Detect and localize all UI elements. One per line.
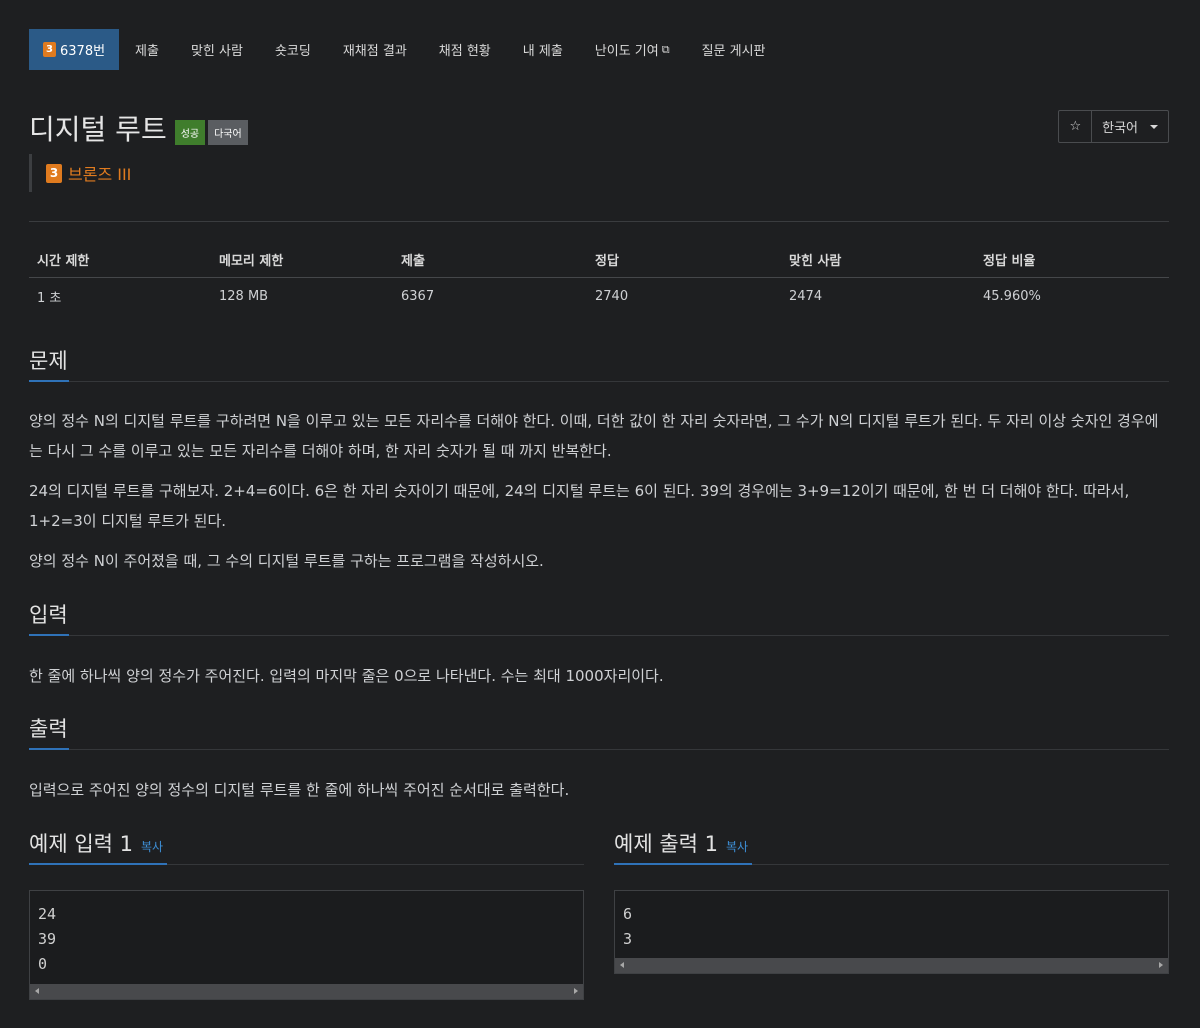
scroll-right-icon[interactable] [1159, 962, 1163, 968]
output-description: 입력으로 주어진 양의 정수의 디지털 루트를 한 줄에 하나씩 주어진 순서대… [29, 781, 570, 799]
ratio-value: 45.960% [983, 288, 1041, 304]
header-accepted: 정답 [587, 241, 781, 278]
sample-output-box[interactable]: 6 3 [614, 890, 1169, 974]
scroll-right-icon[interactable] [574, 988, 578, 994]
divider [29, 221, 1169, 222]
section-underline [29, 863, 167, 865]
horizontal-scrollbar[interactable] [615, 958, 1168, 973]
tab-rejudge[interactable]: 재채점 결과 [327, 29, 423, 70]
solvers-value: 2474 [789, 288, 823, 304]
table-header-row: 시간 제한 메모리 제한 제출 정답 맞힌 사람 정답 비율 [29, 241, 1169, 278]
tab-submit[interactable]: 제출 [119, 29, 175, 70]
header-memory-limit: 메모리 제한 [211, 241, 393, 278]
tab-short-coding[interactable]: 숏코딩 [259, 29, 327, 70]
output-heading: 출력 [29, 717, 68, 741]
header-time-limit: 시간 제한 [29, 241, 211, 278]
language-dropdown[interactable]: 한국어 [1091, 111, 1168, 142]
section-underline [29, 748, 69, 750]
problem-actions: ☆ 한국어 [1058, 110, 1169, 143]
language-label: 한국어 [1102, 121, 1138, 136]
tab-problem-label: 6378번 [60, 44, 106, 59]
tab-difficulty-label: 난이도 기여 [594, 44, 659, 59]
tab-my-submissions[interactable]: 내 제출 [507, 29, 579, 70]
problem-tier: 3 브론즈 III [29, 154, 131, 192]
accepted-value: 2740 [595, 288, 629, 304]
scroll-left-icon[interactable] [35, 988, 39, 994]
star-icon: ☆ [1069, 119, 1082, 134]
header-solvers: 맞힌 사람 [781, 241, 975, 278]
section-divider [29, 635, 1169, 636]
header-ratio: 정답 비율 [975, 241, 1169, 278]
bronze-tier-icon: 3 [43, 42, 56, 57]
description-paragraph-3: 양의 정수 N이 주어졌을 때, 그 수의 디지털 루트를 구하는 프로그램을 … [29, 552, 544, 570]
sample-input-text: 24 39 0 [38, 905, 57, 973]
sample-input-title: 예제 입력 1 [29, 832, 133, 856]
input-description: 한 줄에 하나씩 양의 정수가 주어진다. 입력의 마지막 줄은 0으로 나타낸… [29, 667, 664, 685]
memory-limit-value: 128 MB [219, 288, 269, 304]
section-underline [614, 863, 752, 865]
description-paragraph-2: 24의 디지털 루트를 구해보자. 2+4=6이다. 6은 한 자리 숫자이기 … [29, 482, 1130, 530]
problem-title: 디지털 루트 [29, 113, 167, 146]
submissions-value: 6367 [401, 288, 435, 304]
section-divider [29, 749, 1169, 750]
description-paragraph-1: 양의 정수 N의 디지털 루트를 구하려면 N을 이루고 있는 모든 자리수를 … [29, 412, 1159, 460]
bronze-tier-icon: 3 [46, 163, 62, 183]
problem-title-row: 디지털 루트 성공 다국어 [29, 108, 248, 148]
copy-sample-output-button[interactable]: 복사 [726, 840, 748, 854]
scroll-left-icon[interactable] [620, 962, 624, 968]
description-heading: 문제 [29, 349, 68, 373]
sample-output-title: 예제 출력 1 [614, 832, 718, 856]
table-row: 1 초 128 MB 6367 2740 2474 45.960% [29, 278, 1169, 315]
sample-output-text: 6 3 [623, 905, 633, 948]
section-underline [29, 380, 69, 382]
tab-problem[interactable]: 3 6378번 [29, 29, 120, 70]
input-heading: 입력 [29, 603, 68, 627]
copy-sample-input-button[interactable]: 복사 [141, 840, 163, 854]
section-divider [29, 381, 1169, 382]
sample-output-heading: 예제 출력 1 복사 [614, 828, 748, 858]
tab-solvers[interactable]: 맞힌 사람 [175, 29, 259, 70]
external-link-icon: ⧉ [661, 42, 670, 56]
problem-info-table: 시간 제한 메모리 제한 제출 정답 맞힌 사람 정답 비율 1 초 128 M… [29, 241, 1169, 314]
tab-difficulty-contribution[interactable]: 난이도 기여 ⧉ [579, 29, 686, 70]
favorite-star-button[interactable]: ☆ [1059, 111, 1091, 142]
tab-board[interactable]: 질문 게시판 [686, 29, 782, 70]
header-submissions: 제출 [393, 241, 587, 278]
tier-label[interactable]: 브론즈 III [68, 161, 131, 185]
horizontal-scrollbar[interactable] [30, 984, 583, 999]
sample-input-heading: 예제 입력 1 복사 [29, 828, 163, 858]
tab-status[interactable]: 채점 현황 [423, 29, 507, 70]
sample-input-box[interactable]: 24 39 0 [29, 890, 584, 1000]
time-limit-value: 1 초 [37, 290, 62, 306]
caret-down-icon [1150, 124, 1158, 129]
multilang-label: 다국어 [208, 119, 248, 145]
problem-menu: 3 6378번 제출 맞힌 사람 숏코딩 재채점 결과 채점 현황 내 제출 난… [29, 29, 782, 70]
section-underline [29, 634, 69, 636]
success-label: 성공 [174, 119, 206, 145]
